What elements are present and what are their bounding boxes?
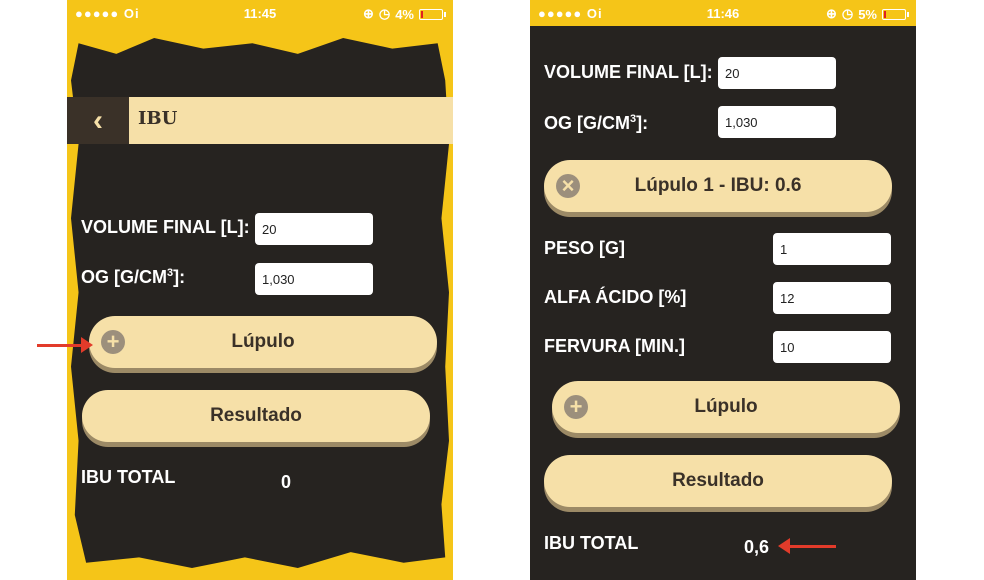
plus-icon: + xyxy=(101,330,125,354)
volume-input[interactable]: 20 xyxy=(255,213,373,245)
ibu-total-value: 0 xyxy=(281,472,292,492)
add-lupulo-button[interactable]: + Lúpulo xyxy=(552,381,900,433)
resultado-label: Resultado xyxy=(672,470,764,491)
og-input[interactable]: 1,030 xyxy=(255,263,373,295)
alfa-acido-input[interactable]: 12 xyxy=(773,282,891,314)
og-label: OG [G/CM3]: xyxy=(544,113,649,133)
fervura-input[interactable]: 10 xyxy=(773,331,891,363)
lock-icon: ⊕ xyxy=(362,6,374,21)
battery-icon xyxy=(419,8,446,20)
close-icon[interactable]: × xyxy=(556,174,580,198)
ibu-total-label: IBU TOTAL xyxy=(81,467,176,487)
alfa-acido-label: ALFA ÁCIDO [%] xyxy=(544,287,687,307)
battery-percent: 4% xyxy=(395,6,414,22)
lupulo-label: Lúpulo xyxy=(694,396,758,417)
resultado-button[interactable]: Resultado xyxy=(544,455,892,507)
battery-icon xyxy=(882,8,909,20)
back-button[interactable]: ‹ xyxy=(67,97,129,144)
page-title: IBU xyxy=(138,108,178,129)
volume-label: VOLUME FINAL [L]: xyxy=(544,62,713,82)
alarm-icon: ◷ xyxy=(378,6,391,21)
annotation-arrow-left xyxy=(778,538,836,554)
alarm-icon: ◷ xyxy=(841,6,854,21)
volume-label: VOLUME FINAL [L]: xyxy=(81,217,250,237)
volume-input[interactable]: 20 xyxy=(718,57,836,89)
peso-input[interactable]: 1 xyxy=(773,233,891,265)
plus-icon: + xyxy=(564,395,588,419)
battery-percent: 5% xyxy=(858,6,877,22)
add-lupulo-button[interactable]: + Lúpulo xyxy=(89,316,437,368)
status-bar: ●●●●● Oi 11:45 ⊕ ◷ 4% xyxy=(67,0,453,26)
peso-label: PESO [G] xyxy=(544,238,626,258)
ibu-total-label: IBU TOTAL xyxy=(544,533,639,553)
og-input[interactable]: 1,030 xyxy=(718,106,836,138)
lock-icon: ⊕ xyxy=(825,6,837,21)
chevron-left-icon: ‹ xyxy=(93,103,103,137)
ibu-total-value: 0,6 xyxy=(744,537,770,557)
resultado-button[interactable]: Resultado xyxy=(82,390,430,442)
left-screen: ●●●●● Oi 11:45 ⊕ ◷ 4% ‹ IBU VOLUME FINAL… xyxy=(67,0,453,580)
og-label: OG [G/CM3]: xyxy=(81,267,186,287)
fervura-label: FERVURA [MIN.] xyxy=(544,336,685,356)
resultado-label: Resultado xyxy=(210,405,302,426)
status-bar: ●●●●● Oi 11:46 ⊕ ◷ 5% xyxy=(530,0,916,26)
header-bar: ‹ IBU xyxy=(67,97,453,144)
hop-1-title: Lúpulo 1 - IBU: 0.6 xyxy=(634,175,802,196)
right-screen: ●●●●● Oi 11:46 ⊕ ◷ 5% VOLUME FINAL [L]: … xyxy=(530,0,916,580)
lupulo-label: Lúpulo xyxy=(231,331,295,352)
hop-1-header[interactable]: × Lúpulo 1 - IBU: 0.6 xyxy=(544,160,892,212)
annotation-arrow-right xyxy=(37,337,93,353)
